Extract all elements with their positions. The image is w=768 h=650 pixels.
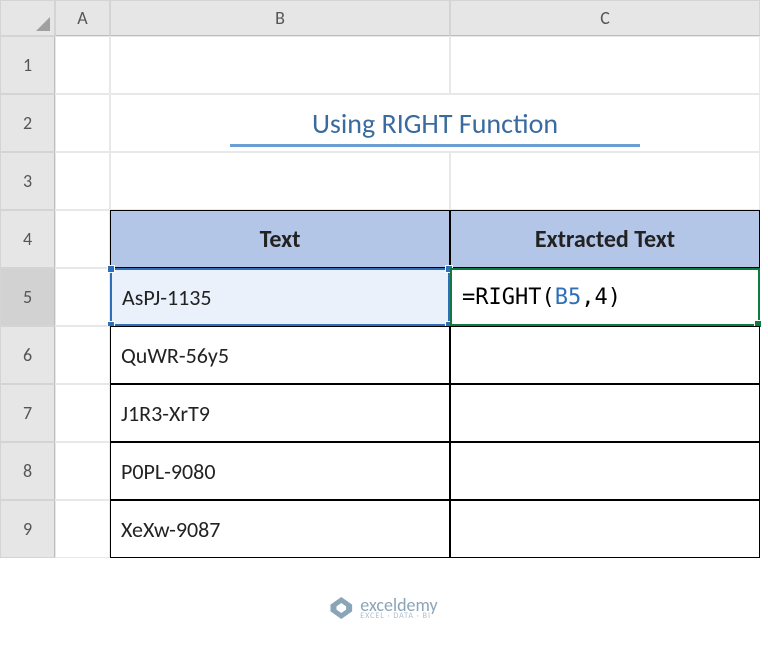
cell-b1[interactable] <box>110 36 450 94</box>
cell-b5-value: AsPJ-1135 <box>122 284 212 311</box>
watermark-tag: EXCEL · DATA · BI <box>360 612 437 620</box>
row-header-6[interactable]: 6 <box>0 326 55 384</box>
cell-b9[interactable]: XeXw-9087 <box>110 500 450 558</box>
row-header-5[interactable]: 5 <box>0 268 55 326</box>
col-header-a[interactable]: A <box>55 0 110 36</box>
row-header-7[interactable]: 7 <box>0 384 55 442</box>
cell-c1[interactable] <box>450 36 760 94</box>
formula-prefix: =RIGHT( <box>462 285 555 310</box>
logo-icon <box>330 597 352 619</box>
title-cell[interactable]: Using RIGHT Function <box>110 94 760 152</box>
cell-c3[interactable] <box>450 152 760 210</box>
cell-b3[interactable] <box>110 152 450 210</box>
cell-b7[interactable]: J1R3-XrT9 <box>110 384 450 442</box>
cell-a2[interactable] <box>55 94 110 152</box>
cell-a1[interactable] <box>55 36 110 94</box>
cell-c7[interactable] <box>450 384 760 442</box>
select-all-corner[interactable] <box>0 0 55 36</box>
cell-a4[interactable] <box>55 210 110 268</box>
cell-c6[interactable] <box>450 326 760 384</box>
header-text[interactable]: Text <box>110 210 450 268</box>
cell-a3[interactable] <box>55 152 110 210</box>
cell-a8[interactable] <box>55 442 110 500</box>
cell-b5[interactable]: AsPJ-1135 <box>110 268 450 326</box>
formula-text: =RIGHT(B5,4) <box>462 285 621 310</box>
title-text: Using RIGHT Function <box>312 106 558 141</box>
cell-a6[interactable] <box>55 326 110 384</box>
range-handle-icon[interactable] <box>107 265 115 273</box>
row-header-3[interactable]: 3 <box>0 152 55 210</box>
formula-ref: B5 <box>555 285 582 310</box>
cell-a7[interactable] <box>55 384 110 442</box>
col-header-b[interactable]: B <box>110 0 450 36</box>
watermark: exceldemy EXCEL · DATA · BI <box>330 596 437 620</box>
spreadsheet-grid: A B C 1 2 Using RIGHT Function 3 4 Text … <box>0 0 768 558</box>
cell-b8[interactable]: P0PL-9080 <box>110 442 450 500</box>
row-header-9[interactable]: 9 <box>0 500 55 558</box>
row-header-1[interactable]: 1 <box>0 36 55 94</box>
row-header-8[interactable]: 8 <box>0 442 55 500</box>
title-underline <box>230 144 640 147</box>
cell-c9[interactable] <box>450 500 760 558</box>
col-header-c[interactable]: C <box>450 0 760 36</box>
cell-c8[interactable] <box>450 442 760 500</box>
cell-b6[interactable]: QuWR-56y5 <box>110 326 450 384</box>
row-header-2[interactable]: 2 <box>0 94 55 152</box>
row-header-4[interactable]: 4 <box>0 210 55 268</box>
header-extracted[interactable]: Extracted Text <box>450 210 760 268</box>
cell-a9[interactable] <box>55 500 110 558</box>
cell-a5[interactable] <box>55 268 110 326</box>
cell-c5-editing[interactable]: =RIGHT(B5,4) <box>450 268 760 326</box>
formula-suffix: ,4) <box>581 285 621 310</box>
